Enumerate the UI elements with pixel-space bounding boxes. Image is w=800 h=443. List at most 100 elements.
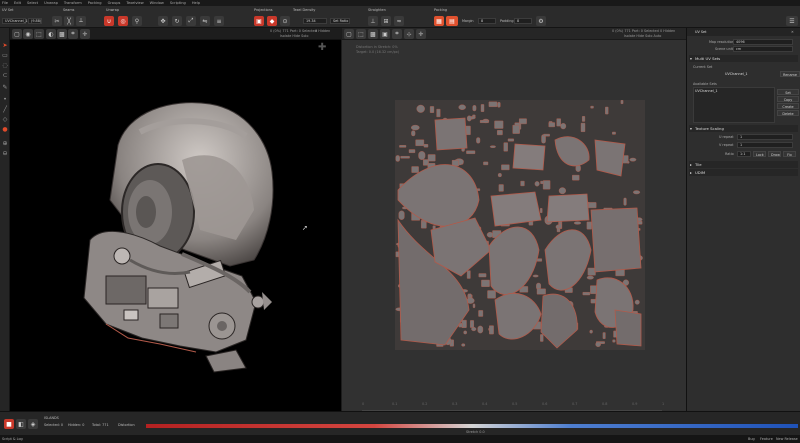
uv-frame-icon[interactable]: ⬚ <box>356 29 366 39</box>
nav-gizmo-icon[interactable]: ✚ <box>318 42 326 53</box>
planar-projection-icon[interactable]: ▣ <box>254 16 264 26</box>
paint-icon[interactable]: ✎ <box>1 84 9 91</box>
scale-icon[interactable]: ⤢ <box>186 16 196 26</box>
island-icon[interactable]: ◧ <box>16 419 26 429</box>
zoom-field[interactable]: (9.88) <box>28 18 42 24</box>
uv-gizmo-icon[interactable]: ✛ <box>416 29 426 39</box>
menu-transform[interactable]: Transform <box>64 1 82 5</box>
bug-link[interactable]: Bug <box>748 437 755 441</box>
grid-align-icon[interactable]: ⊞ <box>381 16 391 26</box>
box-select-icon[interactable]: ▭ <box>1 52 9 59</box>
uv-viewport[interactable]: ▢ ⬚ ▩ ▣ ⌗ ⊹ ✛ 0 (0%) 771 Part: 0 Selecte… <box>342 28 686 411</box>
uv-set-dropdown[interactable]: UVChannel_1 <box>2 18 28 24</box>
weld-icon[interactable]: ⟂ <box>76 16 86 26</box>
texel-value-field[interactable]: 19.34 <box>303 18 327 24</box>
box-projection-icon[interactable]: ◆ <box>267 16 277 26</box>
straighten-icon[interactable]: ⊥ <box>368 16 378 26</box>
checker-icon[interactable]: ▩ <box>57 29 67 39</box>
rename-button[interactable]: Rename <box>780 71 800 77</box>
uv-chip <box>634 299 640 305</box>
pack-icon[interactable]: ▦ <box>434 16 444 26</box>
cylinder-projection-icon[interactable]: ⊙ <box>280 16 290 26</box>
uv-view-icon[interactable]: ▢ <box>344 29 354 39</box>
distortion-dropdown[interactable]: Distortion <box>118 423 135 427</box>
gizmo-icon[interactable]: ✛ <box>80 29 90 39</box>
texel-mode-dropdown[interactable]: Set Ratio <box>330 18 350 24</box>
view-icon[interactable]: ▢ <box>12 29 22 39</box>
menu-help[interactable]: Help <box>192 1 200 5</box>
pack-settings-icon[interactable]: ⚙ <box>536 16 546 26</box>
scene-unit-dropdown[interactable]: cm <box>733 46 793 52</box>
menu-window[interactable]: Window <box>150 1 164 5</box>
ratio-field[interactable]: 1:1 <box>737 151 751 157</box>
lock-button[interactable]: Lock <box>753 151 766 157</box>
uv-grid-icon[interactable]: ⌗ <box>392 29 402 39</box>
lasso-icon[interactable]: ◌ <box>1 62 9 69</box>
menu-edit[interactable]: Edit <box>14 1 21 5</box>
cut-icon[interactable]: ✂ <box>52 16 62 26</box>
unwrap-icon[interactable]: ∪ <box>104 16 114 26</box>
new-release-link[interactable]: New Release <box>776 437 798 441</box>
map-resolution-dropdown[interactable]: 4096 <box>733 39 793 45</box>
select-arrow-icon[interactable]: ➤ <box>1 42 9 49</box>
menu-select[interactable]: Select <box>27 1 38 5</box>
island-mode-icon[interactable]: ● <box>1 126 9 133</box>
menu-unwrap[interactable]: Unwrap <box>44 1 58 5</box>
shading-icon[interactable]: ◐ <box>46 29 56 39</box>
feature-link[interactable]: Feature <box>760 437 773 441</box>
frame-icon[interactable]: ⬚ <box>34 29 44 39</box>
selection-icon[interactable]: ◈ <box>28 419 38 429</box>
uv-checker-icon[interactable]: ▩ <box>368 29 378 39</box>
panel-toggle-icon[interactable]: ☰ <box>786 16 798 26</box>
menu-scripting[interactable]: Scripting <box>170 1 186 5</box>
udim-header[interactable]: ▸ UDIM <box>689 169 798 176</box>
delete-button[interactable]: Delete <box>777 110 799 116</box>
pin-icon[interactable]: ⚲ <box>132 16 142 26</box>
stop-icon[interactable]: ■ <box>4 419 14 429</box>
face-mode-icon[interactable]: ◇ <box>1 116 9 123</box>
shrink-icon[interactable]: ⊖ <box>1 150 9 157</box>
panel-close-icon[interactable]: ✕ <box>791 30 794 34</box>
set-current-button[interactable]: Set Current <box>777 89 799 101</box>
optimize-icon[interactable]: ◎ <box>118 16 128 26</box>
relax-icon[interactable]: ≈ <box>394 16 404 26</box>
rotate-icon[interactable]: ↻ <box>172 16 182 26</box>
multi-uv-sets-header[interactable]: ▾ Multi UV Sets <box>689 55 798 62</box>
menu-groups[interactable]: Groups <box>108 1 121 5</box>
copy-button[interactable]: Copy <box>777 96 799 102</box>
v-repeat-field[interactable]: 1 <box>737 142 793 148</box>
tile-header[interactable]: ▸ Tile <box>689 161 798 168</box>
3d-viewport[interactable]: ▢ ◉ ⬚ ◐ ▩ ⌗ ✛ 0 (0%) 771 Part: 0 Selecte… <box>10 28 341 411</box>
move-icon[interactable]: ✥ <box>158 16 168 26</box>
magnet-icon[interactable]: ⊂ <box>1 72 9 79</box>
uv-chip <box>466 150 476 155</box>
menu-file[interactable]: File <box>2 1 8 5</box>
mouse-cursor-icon: ➚ <box>302 224 308 232</box>
uv-image-icon[interactable]: ▣ <box>380 29 390 39</box>
uv-snap-icon[interactable]: ⊹ <box>404 29 414 39</box>
seam-icon[interactable]: ╳ <box>64 16 74 26</box>
menu-texelview[interactable]: Texelview <box>126 1 143 5</box>
flip-icon[interactable]: ⇋ <box>200 16 210 26</box>
draw-button[interactable]: Draw <box>768 151 781 157</box>
u-repeat-field[interactable]: 1 <box>737 134 793 140</box>
gradient-center-label: Stretch 0.0 <box>466 430 485 434</box>
available-sets-list[interactable]: UVChannel_1 <box>693 87 775 123</box>
wireframe-icon[interactable]: ⌗ <box>68 29 78 39</box>
create-button[interactable]: Create <box>777 103 799 109</box>
fix-button[interactable]: Fix <box>783 151 796 157</box>
script-log-link[interactable]: Script & Log <box>2 437 23 441</box>
pack-options-icon[interactable]: ▤ <box>446 16 458 26</box>
menu-packing[interactable]: Packing <box>88 1 102 5</box>
align-icon[interactable]: ≡ <box>214 16 224 26</box>
uv-tile[interactable] <box>395 100 645 350</box>
camera-icon[interactable]: ◉ <box>23 29 33 39</box>
grow-icon[interactable]: ⊕ <box>1 140 9 147</box>
vertex-mode-icon[interactable]: • <box>1 96 9 103</box>
uv-chip <box>587 267 596 276</box>
texture-scaling-header[interactable]: ▾ Texture Scaling <box>689 125 798 132</box>
edge-mode-icon[interactable]: ╱ <box>1 106 9 113</box>
margin-field[interactable]: 8 <box>478 18 496 24</box>
available-set-item[interactable]: UVChannel_1 <box>695 89 718 93</box>
padding-field[interactable]: 8 <box>514 18 532 24</box>
